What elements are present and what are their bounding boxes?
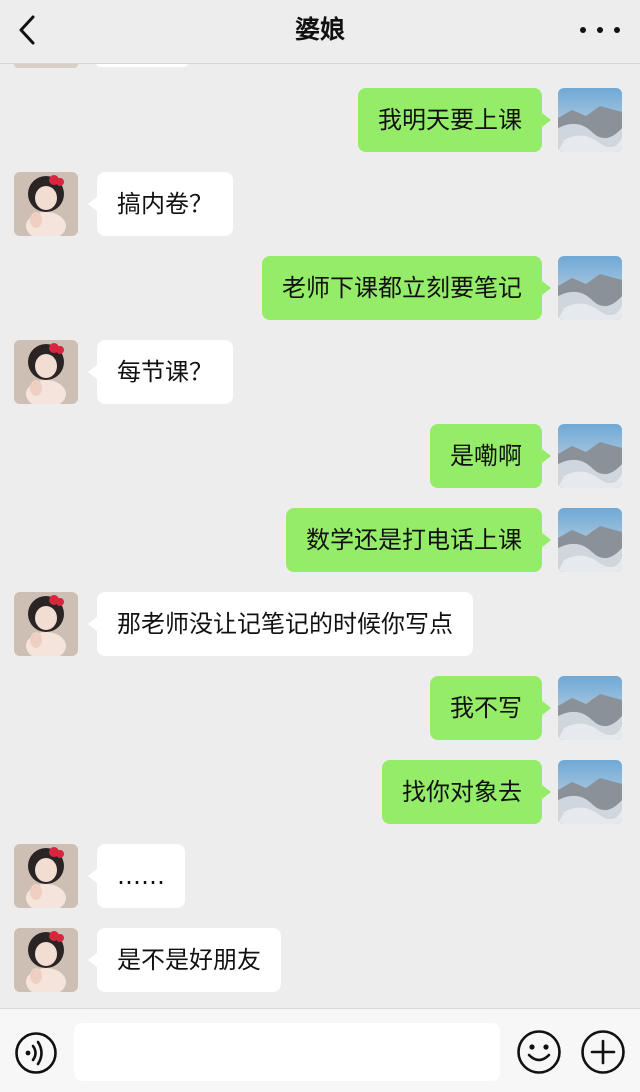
contact-avatar[interactable] (14, 844, 78, 908)
incoming-message-bubble[interactable]: 搞内卷？ (88, 172, 233, 236)
emoji-button[interactable] (516, 1029, 562, 1075)
message-row: …… (0, 844, 640, 910)
incoming-message-bubble[interactable]: 那老师没让记笔记的时候你写点 (88, 592, 473, 656)
contact-avatar[interactable] (14, 592, 78, 656)
landscape-avatar-image (558, 424, 622, 488)
message-input[interactable] (74, 1023, 500, 1081)
my-avatar[interactable] (558, 424, 622, 488)
girl-avatar-image (14, 340, 78, 404)
landscape-avatar-image (558, 676, 622, 740)
girl-avatar-image (14, 844, 78, 908)
plus-icon (581, 1030, 625, 1074)
incoming-message-bubble[interactable]: 是不是好朋友 (88, 928, 281, 992)
my-avatar[interactable] (558, 88, 622, 152)
message-row: 搞内卷？ (0, 172, 640, 238)
emoji-icon (517, 1030, 561, 1074)
contact-avatar[interactable] (14, 928, 78, 992)
outgoing-message-bubble[interactable]: 老师下课都立刻要笔记 (262, 256, 551, 320)
message-row: 我明天要上课 (0, 88, 640, 154)
contact-avatar[interactable] (14, 340, 78, 404)
more-dots-icon (580, 27, 586, 33)
message-row: 每节课？ (0, 340, 640, 406)
my-avatar[interactable] (558, 760, 622, 824)
my-avatar[interactable] (558, 508, 622, 572)
voice-input-icon (15, 1032, 57, 1074)
chat-header: 婆娘 (0, 0, 640, 64)
my-avatar[interactable] (558, 676, 622, 740)
message-row: 老师下课都立刻要笔记 (0, 256, 640, 322)
incoming-message-bubble[interactable]: 每节课？ (88, 340, 233, 404)
message-row: 找你对象去 (0, 760, 640, 826)
outgoing-message-bubble[interactable]: 我明天要上课 (358, 88, 551, 152)
more-button[interactable] (580, 14, 620, 46)
landscape-avatar-image (558, 760, 622, 824)
plus-button[interactable] (580, 1029, 626, 1075)
landscape-avatar-image (558, 256, 622, 320)
outgoing-message-bubble[interactable]: 找你对象去 (382, 760, 551, 824)
girl-avatar-image (14, 592, 78, 656)
input-toolbar (0, 1008, 640, 1092)
chat-title: 婆娘 (294, 15, 345, 44)
contact-avatar[interactable] (14, 172, 78, 236)
landscape-avatar-image (558, 508, 622, 572)
previous-message-edge (0, 64, 640, 72)
outgoing-message-bubble[interactable]: 我不写 (430, 676, 551, 740)
landscape-avatar-image (558, 88, 622, 152)
message-row: 我不写 (0, 676, 640, 742)
message-row: 数学还是打电话上课 (0, 508, 640, 574)
girl-avatar-image (14, 928, 78, 992)
message-row: 那老师没让记笔记的时候你写点 (0, 592, 640, 658)
girl-avatar-image (14, 172, 78, 236)
outgoing-message-bubble[interactable]: 数学还是打电话上课 (286, 508, 551, 572)
message-row: 是不是好朋友 (0, 928, 640, 994)
my-avatar[interactable] (558, 256, 622, 320)
incoming-message-bubble[interactable]: …… (88, 844, 185, 908)
voice-button[interactable] (14, 1031, 58, 1075)
outgoing-message-bubble[interactable]: 是嘞啊 (430, 424, 551, 488)
message-row: 是嘞啊 (0, 424, 640, 490)
